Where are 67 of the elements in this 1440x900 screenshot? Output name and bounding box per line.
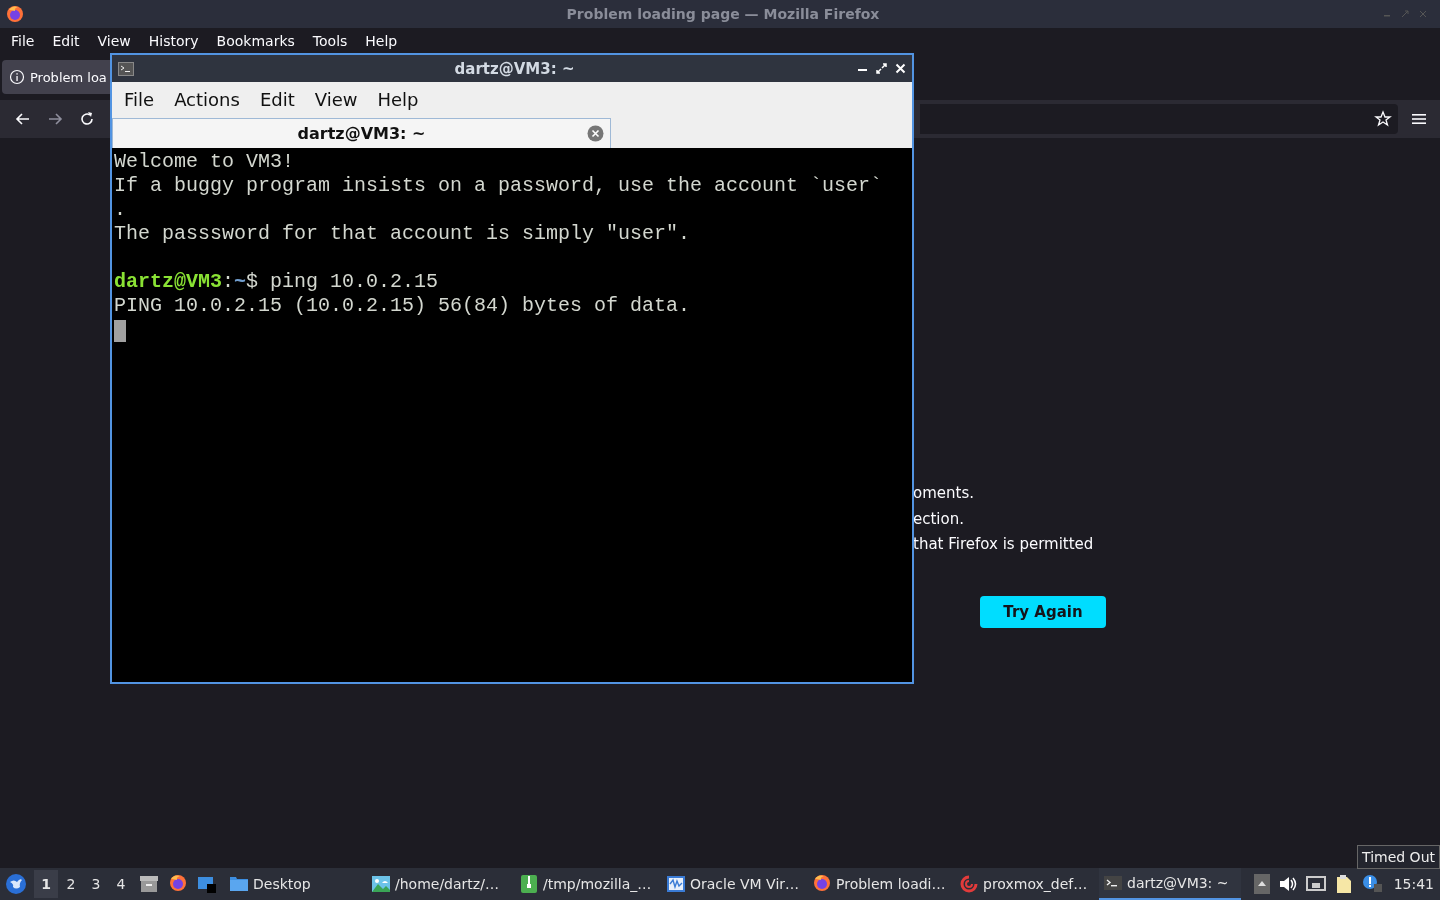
address-bar[interactable]	[920, 104, 1398, 134]
terminal-output: Welcome to VM3!	[114, 150, 295, 173]
try-again-button[interactable]: Try Again	[980, 595, 1106, 628]
info-icon	[9, 69, 25, 85]
volume-icon	[1277, 874, 1298, 894]
firefox-icon	[812, 874, 832, 894]
menu-item[interactable]: Actions	[164, 88, 250, 110]
folder-icon	[229, 874, 249, 894]
menu-item[interactable]: Help	[367, 88, 429, 110]
taskbar-button[interactable]: Oracle VM Vir…	[662, 868, 808, 900]
star-icon	[1374, 110, 1392, 128]
clock[interactable]: 15:41	[1393, 876, 1434, 892]
browser-tab[interactable]: Problem loa	[2, 60, 110, 94]
taskbar-button[interactable]: Problem loadi…	[808, 868, 955, 900]
firefox-icon	[168, 874, 188, 894]
workspace-button[interactable]: 4	[109, 870, 133, 898]
workspace-button[interactable]: 1	[34, 870, 58, 898]
maximize-icon	[876, 63, 887, 74]
menu-item[interactable]: Tools	[305, 33, 359, 49]
text-cursor	[114, 320, 126, 342]
virtual-machine-icon	[666, 874, 686, 894]
terminal-icon	[1103, 873, 1123, 893]
window-title: Problem loading page — Mozilla Firefox	[565, 6, 881, 22]
start-menu-icon	[5, 873, 27, 895]
network-icon	[1305, 874, 1326, 894]
menu-item[interactable]: Edit	[249, 88, 305, 110]
tooltip: Timed Out	[1357, 845, 1440, 869]
menu-item[interactable]: View	[304, 88, 368, 110]
image-icon	[371, 874, 391, 894]
terminal-icon	[118, 61, 134, 76]
firefox-icon	[6, 5, 24, 23]
workspace-button[interactable]: 2	[59, 870, 83, 898]
terminal-output: .	[114, 198, 126, 221]
expand-tray-icon	[1253, 874, 1270, 894]
close-icon	[1418, 9, 1428, 19]
notification-icon	[1361, 874, 1382, 894]
windows-icon	[197, 874, 217, 894]
menu-item[interactable]: Bookmarks	[209, 33, 306, 49]
menu-item[interactable]: File	[114, 88, 165, 110]
taskbar-button[interactable]: /home/dartz/…	[367, 868, 515, 900]
taskbar-button[interactable]: proxmox_def…	[955, 868, 1099, 900]
menu-item[interactable]: Edit	[45, 33, 91, 49]
terminal-tab[interactable]: dartz@VM3: ~	[112, 118, 611, 148]
reload-icon	[78, 110, 96, 128]
menu-item[interactable]: History	[141, 33, 210, 49]
taskbar-button[interactable]: /tmp/mozilla_…	[515, 868, 662, 900]
terminal-output: If a buggy program insists on a password, use the account `user`	[114, 174, 883, 197]
swirl-icon	[959, 874, 979, 894]
close-icon	[895, 63, 906, 74]
error-text: ection.	[913, 508, 965, 530]
file-cabinet-icon	[139, 874, 159, 894]
close-icon	[587, 125, 604, 142]
maximize-icon	[1400, 9, 1410, 19]
error-text: oments.	[913, 483, 975, 504]
error-text: that Firefox is permitted	[913, 534, 1095, 555]
workspace-button[interactable]: 3	[84, 870, 108, 898]
tab-label: Problem loa	[30, 69, 107, 85]
window-title: dartz@VM3: ~	[453, 59, 576, 78]
command-prompt-line: dartz@VM3:~$ ping 10.0.2.15	[114, 270, 439, 293]
taskbar-button[interactable]: Desktop	[225, 868, 367, 900]
menu-item[interactable]: View	[90, 33, 142, 49]
terminal-output: PING 10.0.2.15 (10.0.2.15) 56(84) bytes of data.	[114, 294, 691, 317]
menu-item[interactable]: Help	[358, 33, 409, 49]
terminal-output: The passsword for that account is simply "user".	[114, 222, 691, 245]
menu-item[interactable]: File	[4, 33, 46, 49]
taskbar-button[interactable]: dartz@VM3: ~	[1099, 868, 1241, 900]
archive-icon	[519, 874, 539, 894]
